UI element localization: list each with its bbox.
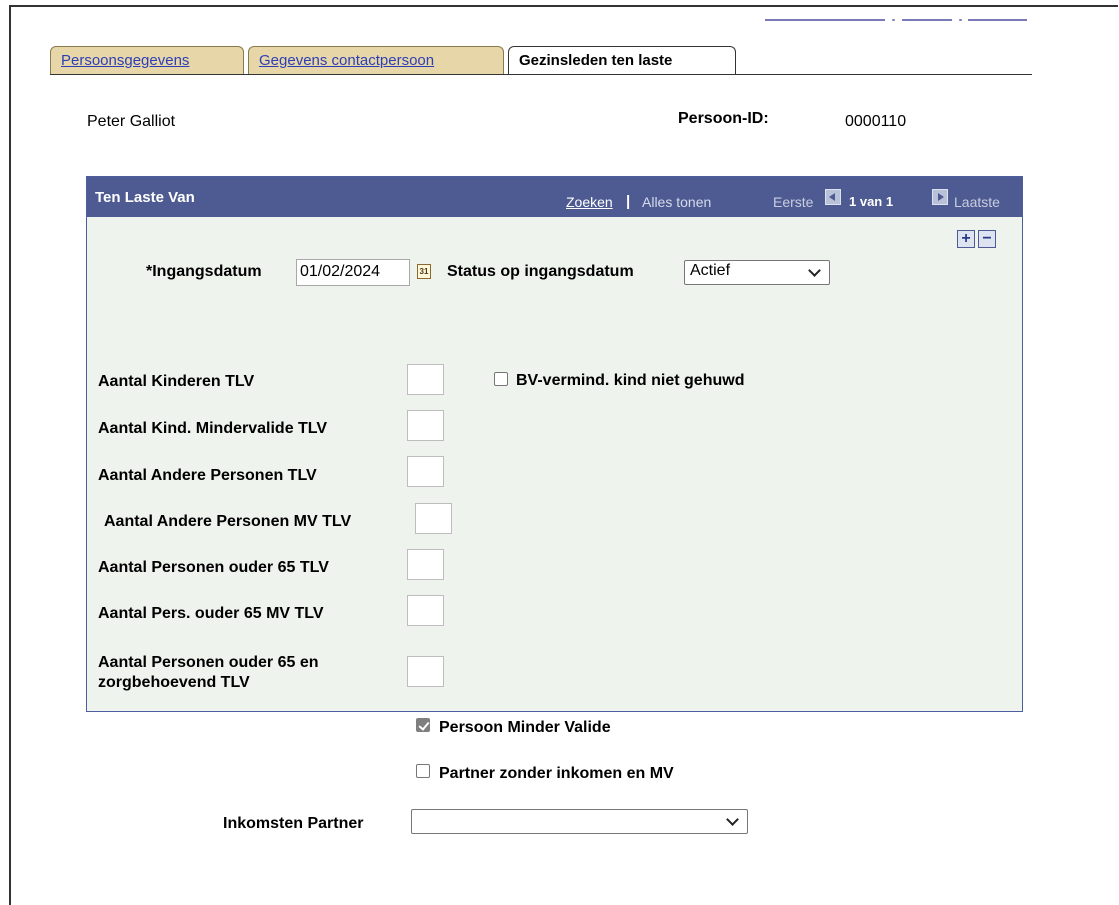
- partner-zonder-inkomen-checkbox[interactable]: [416, 764, 430, 778]
- andere-personen-mv-label: Aantal Andere Personen MV TLV: [104, 513, 352, 530]
- inkomsten-partner-select[interactable]: [411, 809, 748, 834]
- chevron-down-icon: [808, 264, 821, 277]
- andere-personen-mv-input[interactable]: [415, 503, 452, 534]
- bv-vermind-checkbox[interactable]: [494, 372, 508, 386]
- andere-personen-label: Aantal Andere Personen TLV: [98, 467, 317, 484]
- personen-65-input[interactable]: [407, 549, 444, 580]
- panel-header: Ten Laste Van Zoeken | Alles tonen Eerst…: [87, 177, 1022, 217]
- top-links[interactable]: [765, 19, 1027, 21]
- top-link-2[interactable]: [902, 19, 952, 21]
- header-separator: |: [626, 193, 631, 210]
- status-label: Status op ingangsdatum: [447, 263, 634, 280]
- remove-row-button[interactable]: −: [978, 230, 996, 248]
- ingangsdatum-label: *Ingangsdatum: [146, 263, 262, 280]
- personen-65-zorg-label-line1: Aantal Personen ouder 65 en: [98, 654, 319, 671]
- kinderen-label: Aantal Kinderen TLV: [98, 373, 255, 390]
- alles-tonen-link[interactable]: Alles tonen: [642, 194, 711, 210]
- tab-gezinsleden-ten-laste[interactable]: Gezinsleden ten laste: [508, 46, 736, 75]
- person-id-label: Persoon-ID:: [678, 110, 769, 127]
- inkomsten-partner-label: Inkomsten Partner: [223, 815, 364, 832]
- pers-65-mv-label: Aantal Pers. ouder 65 MV TLV: [98, 605, 324, 622]
- kind-mindervalide-label: Aantal Kind. Mindervalide TLV: [98, 420, 328, 437]
- panel-title: Ten Laste Van: [95, 189, 195, 206]
- personen-65-label: Aantal Personen ouder 65 TLV: [98, 559, 329, 576]
- ten-laste-van-panel: Ten Laste Van Zoeken | Alles tonen Eerst…: [86, 176, 1023, 834]
- zoeken-link[interactable]: Zoeken: [566, 194, 613, 210]
- status-value: Actief: [690, 262, 731, 279]
- personen-65-zorg-input[interactable]: [407, 656, 444, 687]
- bv-vermind-label: BV-vermind. kind niet gehuwd: [516, 372, 745, 389]
- tab-underline: [50, 74, 1032, 75]
- tab-persoonsgegevens[interactable]: Persoonsgegevens: [50, 46, 244, 74]
- tab-gegevens-contactpersoon[interactable]: Gegevens contactpersoon: [248, 46, 504, 74]
- eerste-link[interactable]: Eerste: [773, 194, 813, 210]
- andere-personen-input[interactable]: [407, 456, 444, 487]
- partner-zonder-inkomen-label: Partner zonder inkomen en MV: [439, 765, 674, 782]
- status-select[interactable]: Actief: [684, 260, 830, 285]
- kinderen-input[interactable]: [407, 364, 444, 395]
- persoon-minder-valide-label: Persoon Minder Valide: [439, 719, 611, 736]
- pers-65-mv-input[interactable]: [407, 595, 444, 626]
- person-name: Peter Galliot: [87, 113, 176, 130]
- ingangsdatum-input[interactable]: 01/02/2024: [296, 259, 410, 286]
- dot-separator: [959, 19, 962, 21]
- laatste-link[interactable]: Laatste: [954, 194, 1000, 210]
- dot-separator: [892, 19, 895, 21]
- row-count: 1 van 1: [849, 194, 894, 209]
- previous-arrow-icon[interactable]: [825, 189, 841, 205]
- persoon-minder-valide-checkbox[interactable]: [416, 718, 430, 732]
- top-link-3[interactable]: [968, 19, 1027, 21]
- chevron-down-icon: [726, 813, 739, 826]
- next-arrow-icon[interactable]: [932, 189, 948, 205]
- person-id-value: 0000110: [845, 113, 907, 130]
- calendar-icon[interactable]: 31: [417, 264, 431, 279]
- add-row-button[interactable]: +: [957, 230, 975, 248]
- kind-mindervalide-input[interactable]: [407, 410, 444, 441]
- personen-65-zorg-label-line2: zorgbehoevend TLV: [98, 674, 250, 691]
- top-link-1[interactable]: [765, 19, 885, 21]
